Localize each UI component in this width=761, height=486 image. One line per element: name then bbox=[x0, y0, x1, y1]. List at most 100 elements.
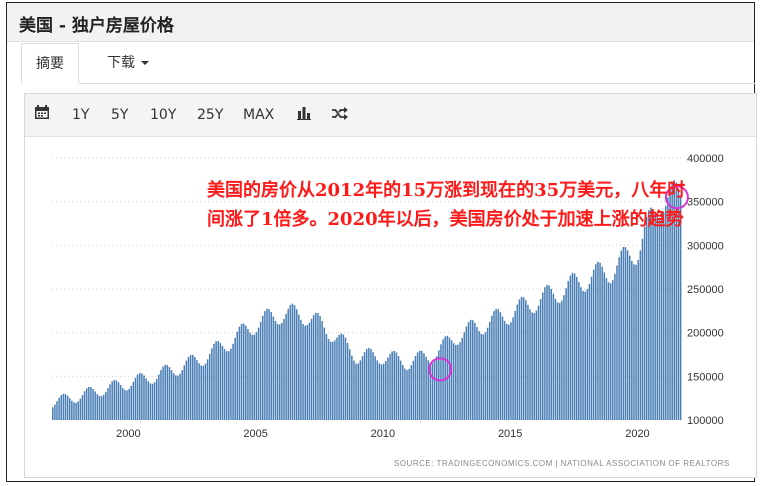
bar[interactable] bbox=[200, 365, 203, 420]
bar[interactable] bbox=[179, 373, 181, 420]
bar[interactable] bbox=[100, 396, 103, 420]
bar[interactable] bbox=[234, 337, 236, 420]
bar[interactable] bbox=[616, 265, 618, 420]
bar[interactable] bbox=[535, 310, 538, 420]
bar[interactable] bbox=[164, 364, 166, 420]
bar[interactable] bbox=[138, 373, 141, 420]
bar[interactable] bbox=[240, 323, 243, 420]
bar[interactable] bbox=[374, 356, 376, 420]
bar[interactable] bbox=[208, 353, 211, 420]
bar[interactable] bbox=[217, 341, 219, 420]
bar[interactable] bbox=[399, 360, 402, 420]
bar[interactable] bbox=[287, 308, 289, 420]
bar[interactable] bbox=[582, 290, 584, 420]
bar[interactable] bbox=[370, 349, 372, 420]
bar[interactable] bbox=[378, 363, 381, 420]
bar[interactable] bbox=[245, 325, 247, 420]
bar[interactable] bbox=[493, 311, 495, 420]
bar[interactable] bbox=[544, 287, 546, 420]
bar[interactable] bbox=[514, 310, 516, 420]
bar[interactable] bbox=[291, 303, 294, 420]
bar[interactable] bbox=[550, 288, 553, 420]
bar[interactable] bbox=[293, 305, 296, 420]
bar[interactable] bbox=[573, 273, 576, 420]
bar[interactable] bbox=[637, 259, 639, 420]
bar[interactable] bbox=[402, 365, 404, 420]
bar[interactable] bbox=[567, 281, 569, 420]
bar[interactable] bbox=[368, 347, 370, 420]
bar[interactable] bbox=[172, 373, 175, 420]
bar[interactable] bbox=[98, 395, 101, 420]
bar[interactable] bbox=[189, 354, 192, 420]
bar[interactable] bbox=[117, 382, 120, 420]
bar[interactable] bbox=[561, 300, 563, 420]
bar[interactable] bbox=[344, 337, 347, 420]
bar[interactable] bbox=[486, 327, 489, 420]
bar[interactable] bbox=[469, 319, 472, 420]
bar[interactable] bbox=[355, 363, 357, 420]
bar[interactable] bbox=[414, 356, 417, 420]
bar[interactable] bbox=[580, 287, 582, 420]
bar[interactable] bbox=[431, 363, 434, 420]
bar[interactable] bbox=[435, 356, 438, 420]
bar[interactable] bbox=[266, 308, 268, 420]
bar[interactable] bbox=[221, 345, 224, 420]
bar[interactable] bbox=[336, 337, 338, 420]
tab-download[interactable]: 下载 bbox=[93, 43, 163, 83]
bar[interactable] bbox=[219, 342, 222, 420]
bar[interactable] bbox=[520, 296, 523, 420]
bar[interactable] bbox=[132, 381, 135, 420]
bar[interactable] bbox=[107, 388, 109, 420]
bar[interactable] bbox=[590, 276, 593, 420]
bar[interactable] bbox=[497, 309, 499, 420]
bar[interactable] bbox=[56, 401, 58, 420]
bar[interactable] bbox=[531, 312, 533, 420]
bar[interactable] bbox=[346, 343, 349, 420]
bar[interactable] bbox=[113, 379, 116, 420]
bar[interactable] bbox=[353, 360, 355, 420]
bar[interactable] bbox=[588, 283, 591, 420]
bar[interactable] bbox=[662, 212, 665, 420]
bar[interactable] bbox=[365, 349, 368, 420]
bar[interactable] bbox=[539, 299, 542, 420]
bar[interactable] bbox=[342, 334, 345, 420]
bar[interactable] bbox=[281, 322, 283, 420]
bar[interactable] bbox=[620, 250, 623, 420]
bar[interactable] bbox=[141, 373, 143, 420]
bar[interactable] bbox=[372, 352, 374, 420]
bar[interactable] bbox=[153, 382, 156, 420]
bar[interactable] bbox=[300, 320, 302, 420]
bar[interactable] bbox=[605, 278, 608, 420]
bar[interactable] bbox=[66, 395, 69, 420]
bar[interactable] bbox=[283, 318, 285, 420]
bar[interactable] bbox=[54, 404, 56, 420]
bar[interactable] bbox=[255, 332, 258, 420]
bar[interactable] bbox=[552, 293, 555, 420]
bar[interactable] bbox=[196, 360, 198, 420]
bar[interactable] bbox=[270, 312, 273, 420]
bar[interactable] bbox=[166, 365, 169, 420]
bar[interactable] bbox=[204, 363, 207, 420]
tab-summary[interactable]: 摘要 bbox=[21, 43, 79, 84]
bar[interactable] bbox=[387, 357, 389, 420]
bar[interactable] bbox=[516, 304, 519, 420]
bar[interactable] bbox=[317, 313, 319, 420]
bar[interactable] bbox=[645, 216, 648, 420]
bar[interactable] bbox=[143, 375, 145, 420]
bar[interactable] bbox=[406, 370, 408, 420]
bar[interactable] bbox=[633, 264, 635, 420]
bar[interactable] bbox=[597, 261, 599, 420]
bar[interactable] bbox=[607, 282, 610, 420]
bar[interactable] bbox=[257, 327, 260, 420]
bar[interactable] bbox=[416, 352, 419, 420]
bar[interactable] bbox=[338, 334, 340, 420]
bar[interactable] bbox=[612, 280, 614, 420]
bar[interactable] bbox=[499, 312, 502, 420]
bar[interactable] bbox=[124, 389, 126, 420]
bar[interactable] bbox=[92, 388, 94, 420]
bar[interactable] bbox=[272, 316, 275, 420]
bar[interactable] bbox=[488, 321, 491, 420]
bar[interactable] bbox=[232, 343, 234, 420]
bar[interactable] bbox=[463, 332, 466, 420]
bar[interactable] bbox=[321, 321, 323, 420]
